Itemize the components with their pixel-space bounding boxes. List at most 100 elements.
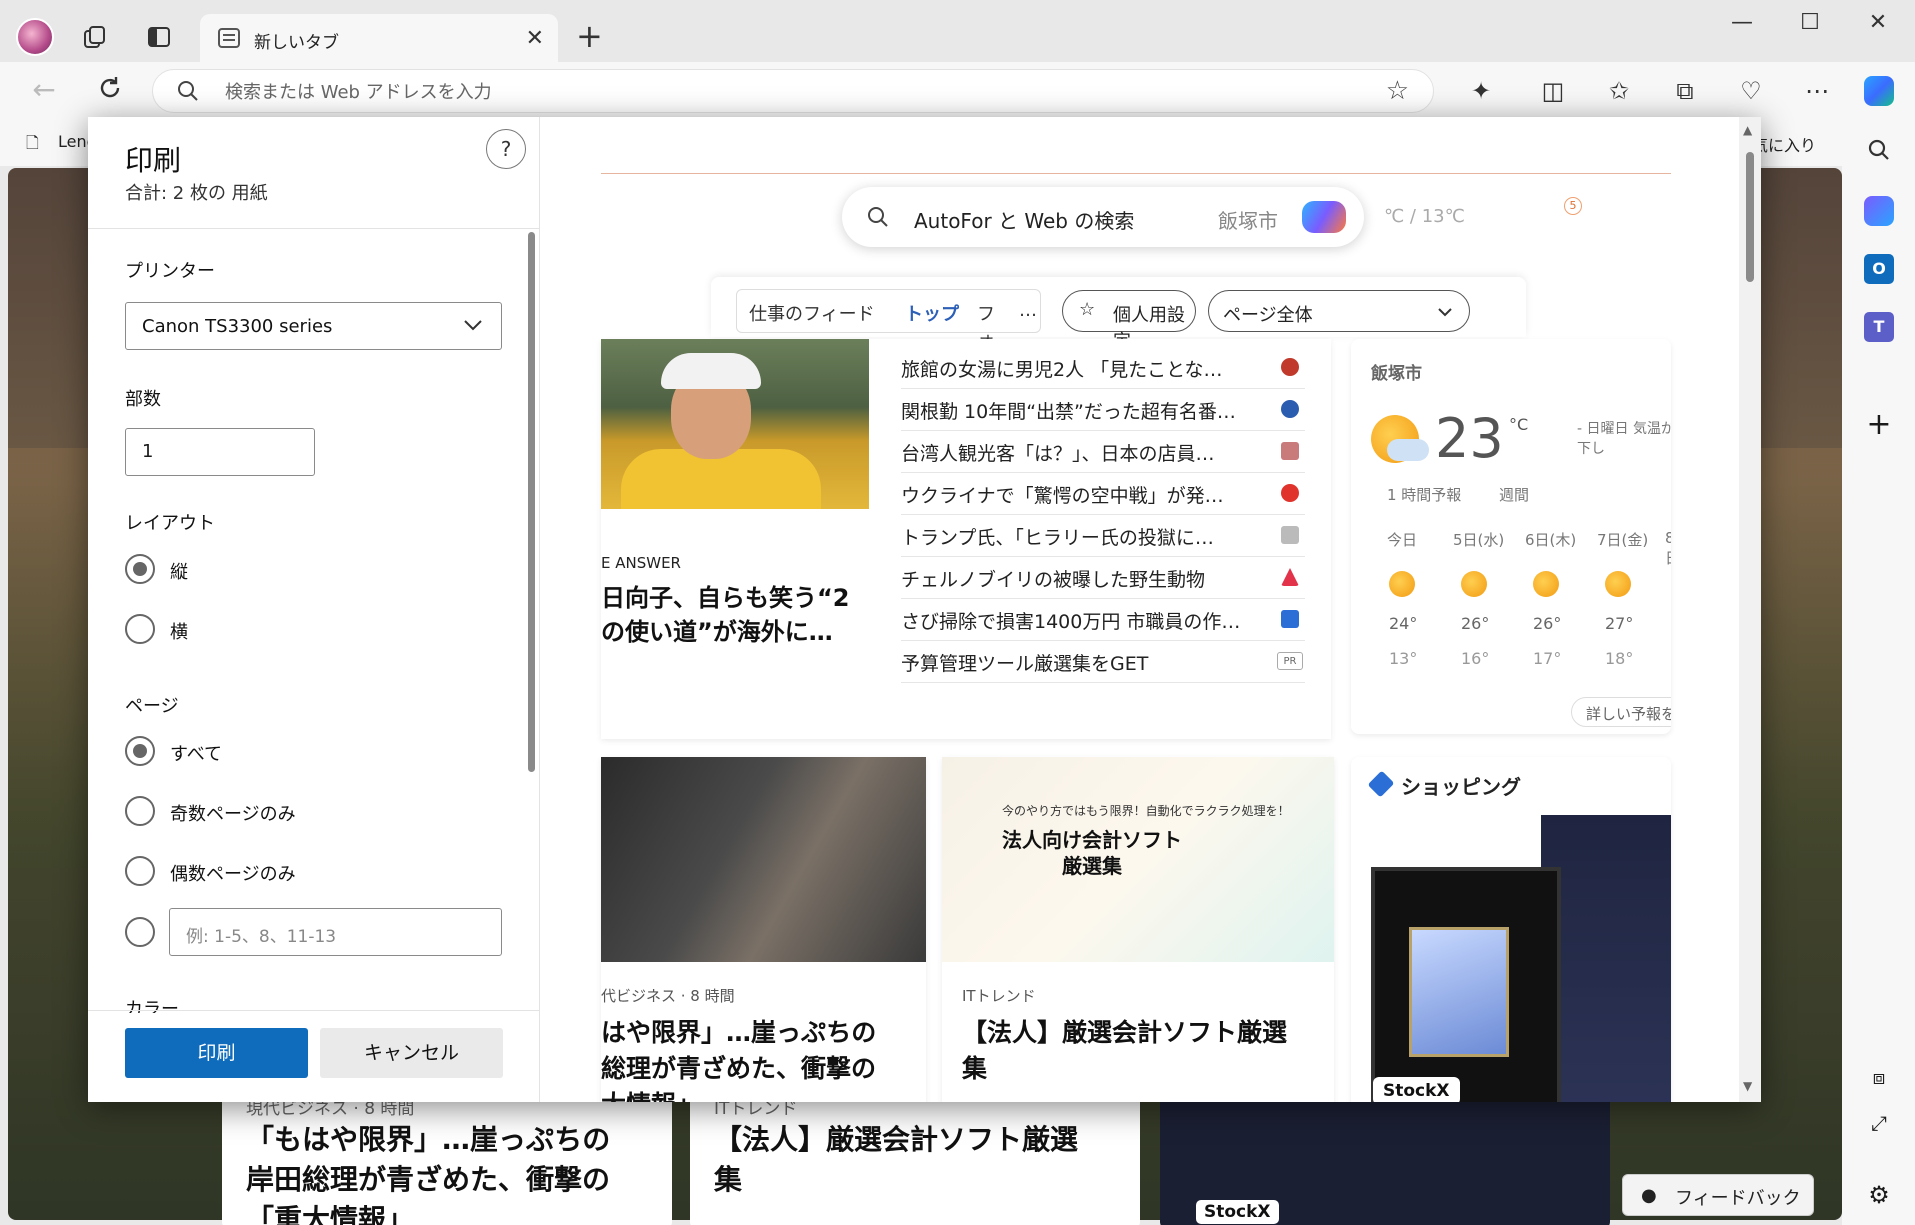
preview-temp-range: ℃ / 13℃ [1384,206,1465,227]
printer-label: プリンター [125,261,215,282]
weather-desc: - 日曜日 気温が 下し [1577,421,1671,457]
forecast-day: 6日(木) [1525,531,1577,549]
sunny-icon [1389,571,1415,597]
layout-landscape-radio[interactable] [125,614,155,644]
source-icon [1281,610,1299,628]
preview-shopping-card: ショッピング StockX [1351,757,1671,1102]
background-ad-card[interactable]: ITトレンド 【法人】厳選会計ソフト厳選 集 [690,1088,1140,1225]
profile-avatar[interactable] [16,18,54,56]
card-source: ITトレンド [962,987,1036,1005]
preview-scroll-thumb[interactable] [1746,152,1754,282]
divider [88,228,540,229]
layout-portrait-label: 縦 [170,562,188,583]
maximize-button[interactable]: ☐ [1790,10,1830,35]
favorite-star-icon[interactable]: ☆ [1386,76,1409,106]
scroll-down-icon[interactable]: ▼ [1743,1079,1752,1093]
sidebar-copilot-icon[interactable] [1864,196,1894,226]
scroll-up-icon[interactable]: ▲ [1743,123,1752,137]
news-item: 旅館の女湯に男児2人 「見たことな… [901,347,1305,389]
weather-city: 飯塚市 [1371,364,1422,384]
pages-odd-label: 奇数ページのみ [170,804,296,825]
workspaces-icon[interactable] [82,24,108,50]
copies-label: 部数 [125,389,161,410]
feedback-button[interactable]: ● フィードバック [1622,1174,1814,1216]
browser-essentials-icon[interactable]: ♡ [1736,76,1766,106]
politicians-photo [601,757,926,962]
notification-badge: 5 [1564,197,1582,215]
sidebar-add-icon[interactable]: + [1864,410,1894,440]
refresh-button[interactable] [92,74,128,109]
source-icon [1281,442,1299,460]
sidebar-expand-icon[interactable]: ⤢ [1864,1108,1894,1138]
layout-portrait-radio[interactable] [125,554,155,584]
print-button[interactable]: 印刷 [125,1028,308,1078]
weekly-label: 週間 [1499,486,1530,504]
preview-weather-card: 飯塚市 23 °C - 日曜日 気温が 下し 1 時間予報 週間 今日 5日(水… [1351,339,1671,734]
forecast-day: 8日 [1665,529,1671,567]
preview-scrollbar[interactable]: ▲ ▼ [1739,117,1761,1102]
help-button[interactable]: ? [486,129,526,169]
weather-temp: 23 [1435,407,1504,470]
cancel-button[interactable]: キャンセル [320,1028,503,1078]
tab-top: トップ [905,304,959,325]
copies-input[interactable]: 1 [125,428,315,476]
pages-odd-radio[interactable] [125,796,155,826]
personalize-pill: ☆ 個人用設定 [1062,290,1196,352]
preview-ad-card: 今のやり方ではもう限界！自動化でラクラク処理を！ 法人向け会計ソフト 厳選集 I… [942,757,1334,1102]
sunny-icon [1461,571,1487,597]
news-item: さび掃除で損害1400万円 市職員の作… [901,599,1305,641]
settings-scrollbar[interactable] [528,232,535,772]
preview-top-stories: E ANSWER 日向子、自らも笑う“2 の使い道”が海外に… 旅館の女湯に男児… [601,339,1331,739]
sidebar-screenshot-icon[interactable]: ⧈ [1864,1062,1894,1092]
address-input[interactable] [225,78,1325,106]
more-menu-icon[interactable]: ⋯ [1802,76,1832,106]
news-item: 関根勤 10年間“出禁”だった超有名番… [901,389,1305,431]
background-shopping-card[interactable]: StockX [1160,1088,1610,1225]
page-range-placeholder: 例: 1-5、8、11-13 [186,927,337,947]
feedback-label: フィードバック [1675,1188,1801,1209]
pages-custom-radio[interactable] [125,917,155,947]
sidebar-teams-icon[interactable]: T [1864,312,1894,342]
ad-title: 法人向け会計ソフト 厳選集 [1002,828,1182,878]
forecast-low: 16° [1461,649,1490,668]
pages-all-radio[interactable] [125,736,155,766]
vertical-tabs-icon[interactable] [146,24,172,50]
address-bar[interactable]: ☆ [152,69,1434,113]
pages-even-radio[interactable] [125,856,155,886]
news-item: 台湾人観光客「は？」、日本の店員… [901,431,1305,473]
page-select-label: ページ全体 [1223,305,1313,326]
new-tab-icon [218,28,240,48]
hourly-label: 1 時間予報 [1387,486,1462,504]
split-screen-icon[interactable]: ◫ [1538,76,1568,106]
close-window-button[interactable]: ✕ [1858,10,1898,35]
back-button[interactable]: ← [26,74,62,106]
minimize-button[interactable]: — [1722,10,1762,35]
forecast-high: 26° [1533,614,1562,633]
pages-even-label: 偶数ページのみ [170,864,296,885]
weather-unit: °C [1509,415,1529,434]
page-range-input[interactable]: 例: 1-5、8、11-13 [169,908,502,956]
printer-select[interactable]: Canon TS3300 series [125,302,502,350]
collections-icon[interactable]: ⧉ [1670,76,1700,106]
sidebar-settings-icon[interactable]: ⚙ [1864,1180,1894,1210]
edge-sidebar: O T + ⧈ ⤢ ⚙ [1842,118,1915,1225]
tab-new[interactable]: 新しいタブ ✕ [200,14,558,62]
other-favorites[interactable]: 気に入り [1752,132,1816,156]
background-news-card[interactable]: 現代ビジネス · 8 時間 「もはや限界」…崖っぷちの 岸田総理が青ざめた、衝撃… [222,1088,672,1225]
sidebar-outlook-icon[interactable]: O [1864,254,1894,284]
news-item: トランプ氏、「ヒラリー氏の投獄に… [901,515,1305,557]
forecast-day: 7日(金) [1597,531,1649,549]
new-tab-button[interactable]: + [576,18,603,54]
sheet-count: 合計: 2 枚の 用紙 [125,183,268,204]
sidebar-search-icon[interactable] [1864,138,1894,168]
copilot-icon[interactable] [1864,76,1894,106]
tab-close-icon[interactable]: ✕ [526,26,544,51]
more-tabs: … [1019,300,1037,321]
dialog-title: 印刷 [125,144,182,177]
layout-label: レイアウト [125,513,215,534]
extensions-icon[interactable]: ✦ [1466,76,1496,106]
feed-tabs: 仕事のフィード トップ フォ … [736,289,1041,351]
favorites-icon[interactable]: ✩ [1604,76,1634,106]
forecast-high: 24° [1389,614,1418,633]
card-source: 代ビジネス · 8 時間 [601,987,735,1005]
